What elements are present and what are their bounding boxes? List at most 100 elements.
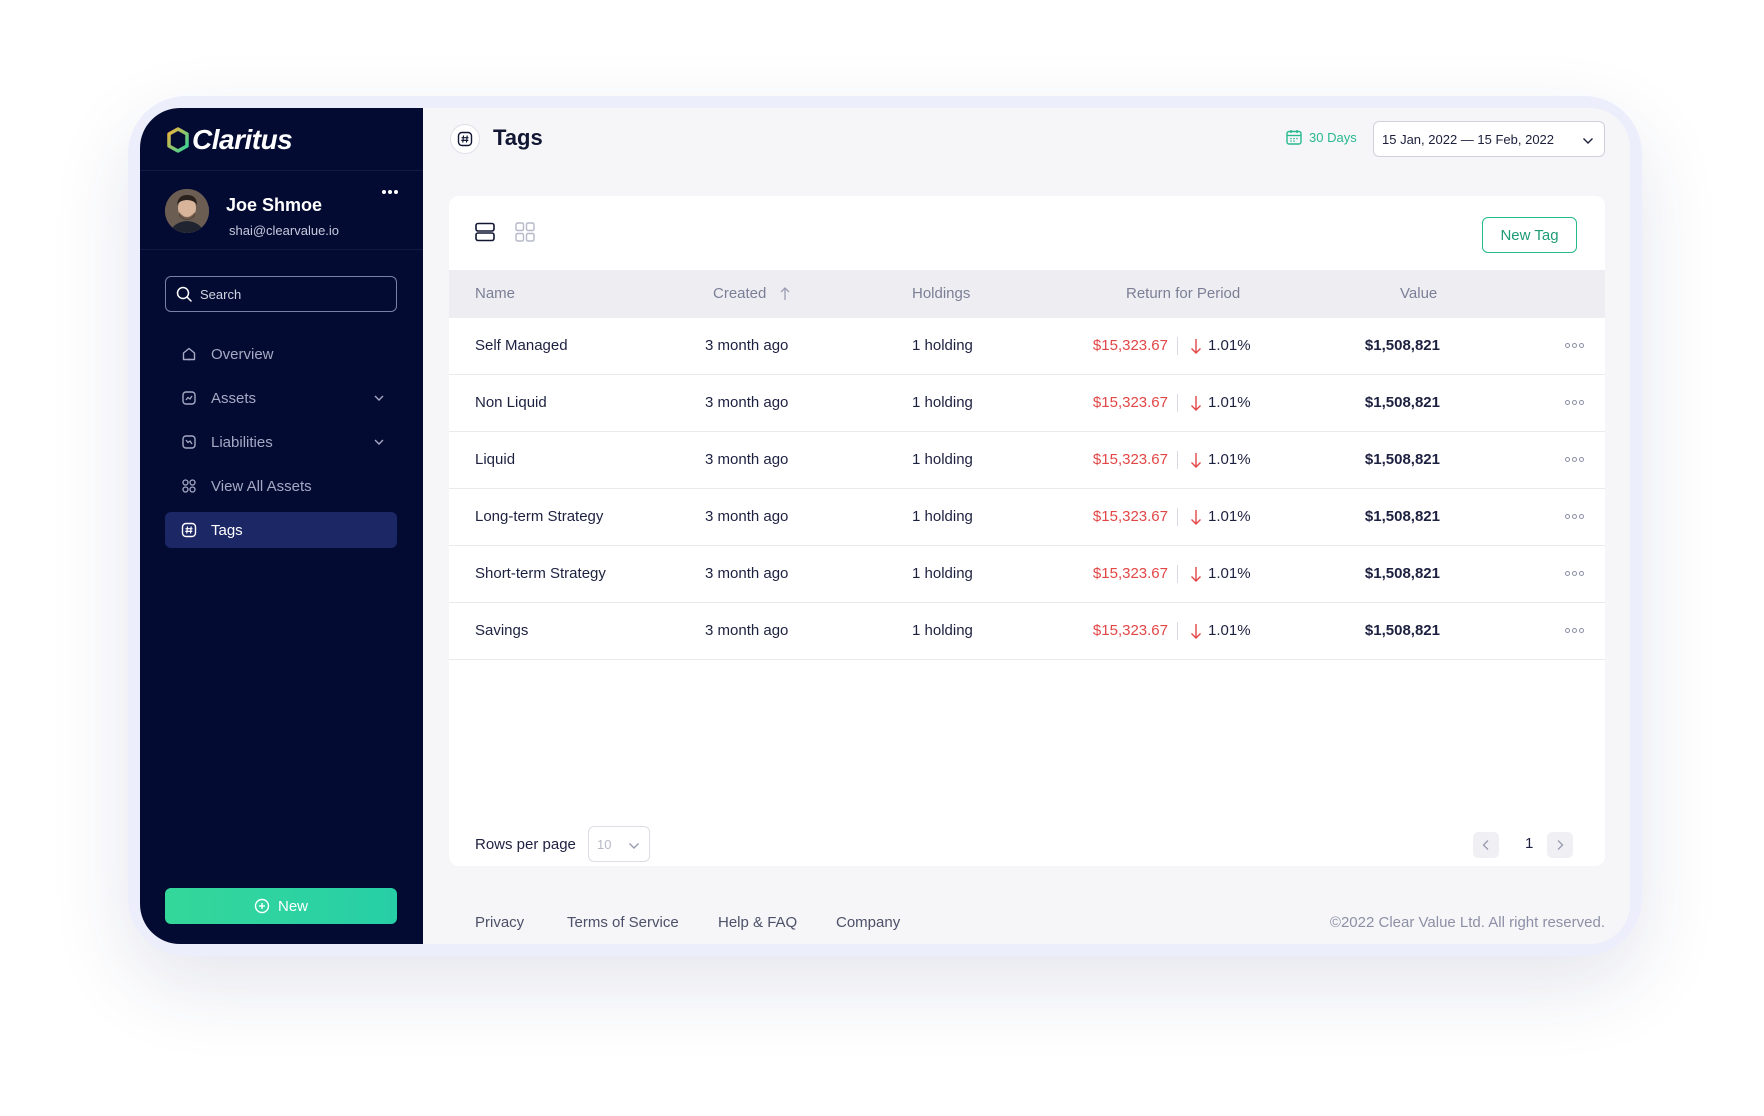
table-row[interactable]: Self Managed 3 month ago 1 holding $15,323.… [449, 318, 1605, 375]
change-percent: 1.01% [1208, 508, 1251, 525]
column-header-return[interactable]: Return for Period [1126, 285, 1240, 302]
more-options-icon[interactable] [1565, 571, 1584, 576]
current-page[interactable]: 1 [1525, 835, 1533, 852]
created-value: 3 month ago [705, 451, 789, 468]
list-view-icon[interactable] [475, 222, 495, 242]
more-options-icon[interactable] [1565, 400, 1584, 405]
user-menu-more-icon[interactable] [380, 187, 400, 197]
sidebar-item-liabilities[interactable]: Liabilities [165, 424, 397, 460]
sidebar-item-assets[interactable]: Assets [165, 380, 397, 416]
arrow-down-icon [1191, 567, 1201, 582]
page-title: Tags [493, 125, 543, 150]
change-percent: 1.01% [1208, 451, 1251, 468]
holdings-value: 1 holding [912, 565, 973, 582]
column-header-holdings[interactable]: Holdings [912, 285, 970, 302]
tags-card: New Tag Name Created Holdings Return for… [449, 196, 1605, 866]
tag-name[interactable]: Liquid [475, 451, 515, 468]
search-box[interactable] [165, 276, 397, 312]
created-value: 3 month ago [705, 394, 789, 411]
logo[interactable]: Claritus [166, 124, 293, 156]
arrow-down-icon [1191, 339, 1201, 354]
holdings-value: 1 holding [912, 508, 973, 525]
chevron-left-icon [1482, 840, 1489, 850]
change-percent: 1.01% [1208, 622, 1251, 639]
return-value: $15,323.67 [1092, 508, 1168, 525]
period-selector[interactable]: 30 Days [1285, 128, 1357, 146]
table-row[interactable]: Short-term Strategy 3 month ago 1 holding $… [449, 546, 1605, 603]
sidebar-item-label: Tags [211, 521, 243, 539]
plus-circle-icon [254, 898, 270, 914]
more-options-icon[interactable] [1565, 628, 1584, 633]
sidebar-nav: Overview Assets Liabilities View All Ass… [165, 336, 397, 556]
more-options-icon[interactable] [1565, 343, 1584, 348]
grid-icon [182, 479, 196, 493]
value-amount: $1,508,821 [1364, 337, 1440, 354]
footer-link-privacy[interactable]: Privacy [475, 914, 524, 931]
rows-per-page-label: Rows per page [475, 836, 576, 853]
grid-view-icon[interactable] [515, 222, 535, 242]
return-value: $15,323.67 [1092, 451, 1168, 468]
holdings-value: 1 holding [912, 337, 973, 354]
sidebar-item-label: Liabilities [211, 433, 273, 451]
column-header-value[interactable]: Value [1400, 285, 1437, 302]
chevron-down-icon[interactable] [373, 392, 385, 404]
search-input[interactable] [200, 286, 380, 302]
divider [1177, 451, 1178, 469]
column-header-created[interactable]: Created [713, 285, 766, 302]
sort-ascending-icon[interactable] [779, 286, 791, 302]
holdings-value: 1 holding [912, 622, 973, 639]
logo-hexagon-icon [167, 127, 189, 153]
period-label: 30 Days [1309, 129, 1357, 145]
holdings-value: 1 holding [912, 451, 973, 468]
next-page-button[interactable] [1547, 832, 1573, 858]
chevron-right-icon [1557, 840, 1564, 850]
arrow-down-icon [1191, 453, 1201, 468]
footer-link-help[interactable]: Help & FAQ [718, 914, 797, 931]
more-options-icon[interactable] [1565, 457, 1584, 462]
return-value: $15,323.67 [1092, 337, 1168, 354]
footer-link-company[interactable]: Company [836, 914, 900, 931]
tag-name[interactable]: Savings [475, 622, 528, 639]
tag-name[interactable]: Self Managed [475, 337, 568, 354]
sidebar-item-label: Assets [211, 389, 257, 407]
home-icon [182, 347, 196, 361]
chevron-down-icon [629, 843, 639, 849]
value-amount: $1,508,821 [1364, 565, 1440, 582]
chevron-down-icon[interactable] [373, 436, 385, 448]
table-row[interactable]: Savings 3 month ago 1 holding $15,323.67 1.0… [449, 603, 1605, 660]
app-window: Claritus Joe Shmoe shai@clearvalue.io Se… [140, 108, 1630, 944]
chart-icon [182, 391, 196, 405]
value-amount: $1,508,821 [1364, 394, 1440, 411]
sidebar-item-label: Overview [211, 345, 274, 363]
sidebar-item-tags[interactable]: Tags [165, 512, 397, 548]
copyright: ©2022 Clear Value Ltd. All right reserve… [1329, 914, 1605, 931]
main-content: Tags 30 Days 15 Jan, 2022 — 15 Feb, 2022 [423, 108, 1630, 944]
table-row[interactable]: Long-term Strategy 3 month ago 1 holding $1… [449, 489, 1605, 546]
tag-name[interactable]: Long-term Strategy [475, 508, 603, 525]
sidebar-item-overview[interactable]: Overview [165, 336, 397, 372]
new-button-label: New [277, 897, 308, 915]
tag-name[interactable]: Short-term Strategy [475, 565, 606, 582]
page-hash-icon [450, 124, 480, 154]
table-row[interactable]: Liquid 3 month ago 1 holding $15,323.67 1.01… [449, 432, 1605, 489]
sidebar-item-view-all-assets[interactable]: View All Assets [165, 468, 397, 504]
sidebar: Claritus Joe Shmoe shai@clearvalue.io Se… [140, 108, 423, 944]
footer-link-terms[interactable]: Terms of Service [567, 914, 679, 931]
date-range-select[interactable]: 15 Jan, 2022 — 15 Feb, 2022 [1373, 121, 1605, 157]
tag-name[interactable]: Non Liquid [475, 394, 547, 411]
more-options-icon[interactable] [1565, 514, 1584, 519]
rows-per-page-select[interactable]: 10 [588, 826, 650, 862]
column-header-name[interactable]: Name [475, 285, 515, 302]
holdings-value: 1 holding [912, 394, 973, 411]
avatar[interactable] [165, 189, 209, 233]
user-email: shai@clearvalue.io [229, 223, 340, 238]
table-row[interactable]: Non Liquid 3 month ago 1 holding $15,323.67… [449, 375, 1605, 432]
arrow-down-icon [1191, 624, 1201, 639]
arrow-down-icon [1191, 510, 1201, 525]
new-button[interactable]: New [165, 888, 397, 924]
previous-page-button[interactable] [1473, 832, 1499, 858]
return-value: $15,323.67 [1092, 565, 1168, 582]
divider [1177, 565, 1178, 583]
new-tag-button[interactable]: New Tag [1482, 217, 1577, 253]
chevron-down-icon [1583, 138, 1593, 144]
